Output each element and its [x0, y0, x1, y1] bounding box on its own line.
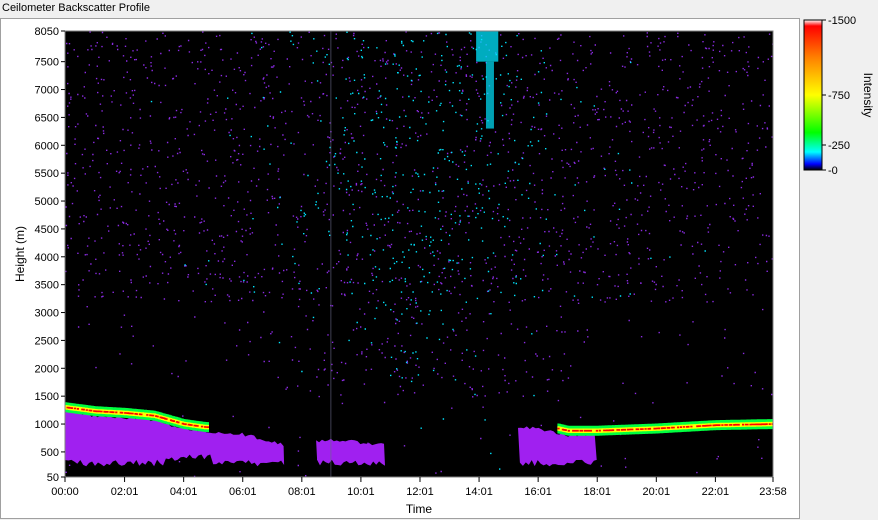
- y-tick-label: 3000: [35, 308, 59, 320]
- y-tick-label: 8050: [35, 26, 59, 38]
- x-tick-label: 00:00: [51, 486, 79, 498]
- x-tick-label: 20:01: [643, 486, 671, 498]
- plot-area: [65, 31, 773, 477]
- plot-panel: 8050 7500 7000 6500 6000 5500 5000 4500 4000 3500…: [0, 18, 800, 519]
- x-tick-label: 10:01: [347, 486, 375, 498]
- x-tick-label: 08:01: [288, 486, 316, 498]
- colorbar-title: Intensity: [861, 73, 875, 118]
- x-tick-label: 14:01: [465, 486, 493, 498]
- cirrus-streak: [485, 61, 494, 129]
- y-tick-label: 7000: [35, 85, 59, 97]
- y-tick-label: 7500: [35, 57, 59, 69]
- colorbar-tick-label: -0: [828, 165, 838, 177]
- colorbar-legend: -1500 -750 -250 -0 Intensity: [803, 15, 875, 177]
- y-tick-label: 6000: [35, 140, 59, 152]
- y-axis-title: Height (m): [13, 226, 27, 282]
- y-tick-label: 4500: [35, 224, 59, 236]
- y-tick-label: 5500: [35, 168, 59, 180]
- y-tick-label: 1000: [35, 419, 59, 431]
- colorbar-tick-label: -1500: [828, 15, 856, 27]
- x-axis: 00:00 02:01 04:01 06:01 08:01 10:01 12:01 14:01…: [51, 477, 787, 498]
- colorbar-ticks: -1500 -750 -250 -0: [822, 15, 856, 177]
- y-tick-label: 2000: [35, 363, 59, 375]
- y-tick-label: 50: [47, 472, 59, 484]
- x-tick-label: 12:01: [406, 486, 434, 498]
- y-tick-label: 1500: [35, 391, 59, 403]
- y-tick-label: 3500: [35, 280, 59, 292]
- x-tick-label: 16:01: [524, 486, 552, 498]
- x-tick-label: 22:01: [702, 486, 730, 498]
- y-tick-label: 5000: [35, 196, 59, 208]
- x-tick-label: 02:01: [111, 486, 139, 498]
- x-tick-label: 04:01: [170, 486, 198, 498]
- colorbar-tick-label: -250: [828, 140, 850, 152]
- y-tick-label: 500: [41, 447, 59, 459]
- x-tick-label: 23:58: [759, 486, 787, 498]
- window-title: Ceilometer Backscatter Profile: [2, 2, 150, 14]
- ceilometer-chart: 8050 7500 7000 6500 6000 5500 5000 4500 4000 3500…: [13, 26, 787, 516]
- colorbar: [803, 19, 823, 171]
- colorbar-tick-label: -750: [828, 90, 850, 102]
- y-tick-label: 6500: [35, 112, 59, 124]
- y-tick-label: 2500: [35, 335, 59, 347]
- x-tick-label: 06:01: [229, 486, 257, 498]
- y-tick-label: 4000: [35, 252, 59, 264]
- x-tick-label: 18:01: [583, 486, 611, 498]
- y-axis: 8050 7500 7000 6500 6000 5500 5000 4500 4000 3500…: [35, 26, 65, 484]
- cirrus-cloud: [476, 31, 499, 62]
- x-axis-title: Time: [406, 502, 433, 516]
